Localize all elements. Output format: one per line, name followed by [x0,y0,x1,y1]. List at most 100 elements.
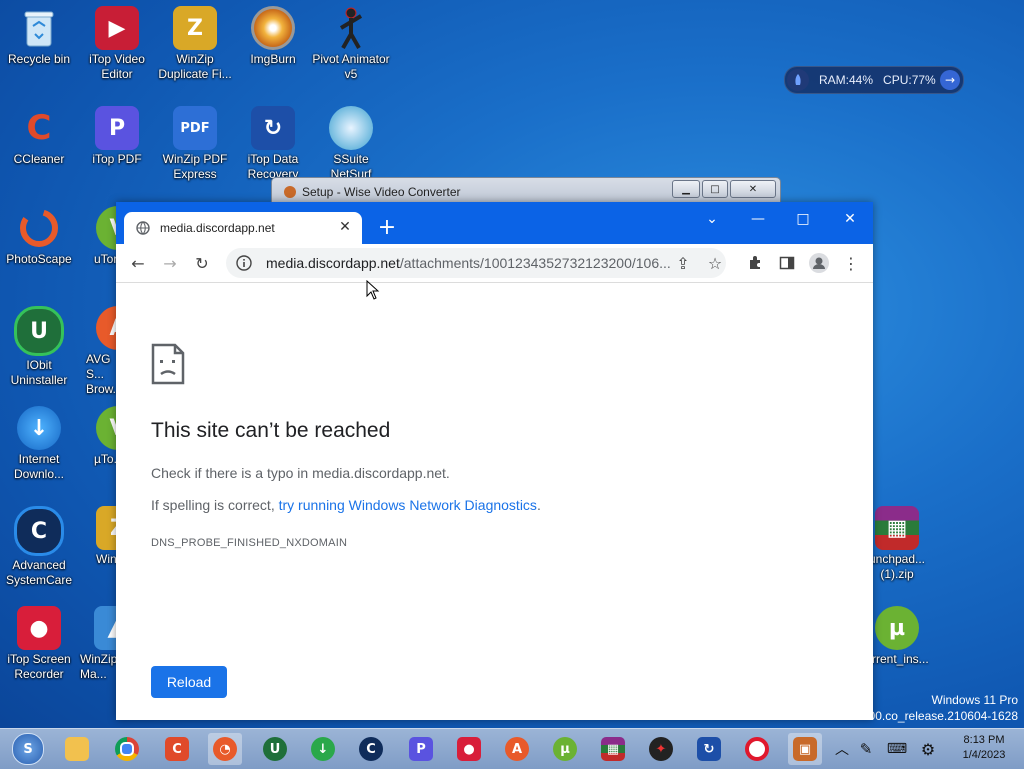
chevron-up-icon[interactable]: ︿ [832,739,852,759]
maximize-button[interactable]: □ [788,208,818,230]
mouse-cursor-icon [366,280,380,300]
pdf-p-icon: P [95,106,139,150]
desktop-icon-internet-download[interactable]: ↓ Internet Downlo... [0,400,78,482]
taskbar-file-explorer[interactable] [60,733,94,765]
network-diagnostics-link[interactable]: try running Windows Network Diagnostics [279,497,537,513]
desktop-icon-ssuite-netsurf[interactable]: SSuite NetSurf [312,100,390,182]
taskbar-avg-browser[interactable]: A [500,733,534,765]
tab-search-chevron-icon[interactable]: ⌄ [697,208,727,230]
taskbar-clock[interactable]: 8:13 PM 1/4/2023 [948,733,1020,763]
taskbar-chrome[interactable] [110,733,144,765]
menu-kebab-icon[interactable]: ⋮ [839,251,863,275]
reload-button[interactable]: Reload [151,666,227,698]
share-icon[interactable]: ⇪ [671,251,695,275]
desktop-icon-mutorrent[interactable]: V µTo... [78,400,118,467]
back-arrow-icon[interactable]: ← [126,251,150,275]
url-text[interactable]: media.discordapp.net/attachments/1001234… [266,255,670,271]
close-tab-icon[interactable]: ✕ [336,219,354,235]
taskbar-itop-pdf[interactable]: P [404,733,438,765]
forward-arrow-icon[interactable]: → [158,251,182,275]
keyboard-icon[interactable]: ⌨ [880,741,914,757]
desktop-icon-label: Pivot Animator v5 [312,52,390,81]
desktop-icon-label: Advanced SystemCare [5,558,73,587]
desktop-icon-label: AVG S... Brow... [86,352,118,396]
image-manager-icon: ▲ [94,606,118,650]
desktop-icon-label: iTop Video Editor [89,52,145,81]
opera-icon [745,737,769,761]
taskbar-advanced-systemcare[interactable]: C [354,733,388,765]
utorrent-icon: µ [553,737,577,761]
minimize-button[interactable]: — [743,208,773,230]
mutorrent-icon: V [96,406,118,450]
desktop-icon-recycle-bin[interactable]: Recycle bin [0,0,78,67]
extensions-puzzle-icon[interactable] [743,251,767,275]
browser-window[interactable]: media.discordapp.net ✕ + ⌄ — □ ✕ ← → ↻ m… [116,202,873,720]
desktop-icon-winzip-duplicate[interactable]: Z WinZip Duplicate Fi... [156,0,234,82]
rocket-icon [787,69,809,91]
desktop-icon-ccleaner[interactable]: C CCleaner [0,100,78,167]
taskbar-setup-installer[interactable]: ▣ [788,733,822,765]
profile-avatar-icon[interactable] [807,251,831,275]
desktop-icon-iobit-uninstaller[interactable]: U IObit Uninstaller [0,300,78,388]
desktop-icon-pivot-animator[interactable]: Pivot Animator v5 [312,0,390,82]
desktop-icon-photoscape[interactable]: PhotoScape [0,200,78,267]
desktop-icon-label: WinZip PDF Express [162,152,228,181]
recorder-icon: ● [457,737,481,761]
diagnostics-suffix: . [536,497,541,513]
taskbar-ccleaner[interactable]: C [160,733,194,765]
start-button[interactable]: S [8,733,48,765]
desktop-icon-itop-data-recovery[interactable]: ↻ iTop Data Recovery [234,100,312,182]
gear-icon[interactable]: ⚙ [914,740,942,759]
desktop-icon-itop-video-editor[interactable]: ▶ iTop Video Editor [78,0,156,82]
taskbar-photoscape[interactable]: ◔ [208,733,242,765]
browser-tab[interactable]: media.discordapp.net ✕ [124,212,362,244]
desktop-icon-advanced-systemcare[interactable]: C Advanced SystemCare [0,500,78,588]
reload-icon[interactable]: ↻ [190,251,214,275]
star-icon[interactable]: ☆ [703,251,727,275]
taskbar-opera[interactable] [740,733,774,765]
data-recovery-icon: ↻ [697,737,721,761]
desktop-icon-label: ImgBurn [250,52,296,66]
desktop-icon-imgburn[interactable]: ImgBurn [234,0,312,67]
close-window-button[interactable]: ✕ [835,208,865,230]
error-headline: This site can’t be reached [151,419,391,442]
taskbar-itop-screen-recorder[interactable]: ● [452,733,486,765]
desktop-icon-itop-pdf[interactable]: P iTop PDF [78,100,156,167]
avg-browser-icon: A [505,737,529,761]
desktop-icon-winzip[interactable]: Z Win... [78,500,118,567]
desktop-icon-utorrent[interactable]: V uTorre... [78,200,118,267]
systemcare-icon: C [359,737,383,761]
sad-page-icon [151,343,185,385]
globe-icon [136,221,150,235]
new-tab-button[interactable]: + [374,215,400,241]
clock-date: 1/4/2023 [962,749,1006,761]
winrar-archive-icon: ▦ [875,506,919,550]
error-page: This site can’t be reached Check if ther… [116,283,873,720]
close-button[interactable]: ✕ [730,180,776,198]
ram-cpu-widget[interactable]: RAM:44% CPU:77% → [784,66,964,94]
minimize-button[interactable]: ▁ [672,180,700,198]
winrar-icon: ▦ [601,737,625,761]
arrow-right-icon[interactable]: → [940,70,960,90]
desktop-icon-winzip-image-manager[interactable]: ▲ WinZip Ma... [78,600,118,682]
side-panel-icon[interactable] [775,251,799,275]
desktop-icon-winzip-pdf-express[interactable]: PDF WinZip PDF Express [156,100,234,182]
screen-recorder-icon: ● [17,606,61,650]
desktop-icon-itop-screen-recorder[interactable]: ● iTop Screen Recorder [0,600,78,682]
address-bar[interactable]: media.discordapp.net/attachments/1001234… [226,248,726,278]
taskbar-antivirus[interactable]: ✦ [644,733,678,765]
maximize-button[interactable]: □ [702,180,728,198]
taskbar-iobit-uninstaller[interactable]: U [258,733,292,765]
taskbar: S C ◔ U ↓ C P ● A µ ▦ ✦ ↻ ▣ ︿ ✎ ⌨ ⚙ 8:13… [0,728,1024,769]
desktop-icon-avg-browser[interactable]: A AVG S... Brow... [78,300,118,397]
desktop-icon-label: WinZip Duplicate Fi... [158,52,232,81]
taskbar-utorrent[interactable]: µ [548,733,582,765]
pen-icon[interactable]: ✎ [852,740,880,758]
info-icon[interactable] [236,255,252,271]
tab-title: media.discordapp.net [160,221,275,235]
taskbar-itop-data-recovery[interactable]: ↻ [692,733,726,765]
taskbar-winrar[interactable]: ▦ [596,733,630,765]
photoscape-icon: ◔ [213,737,237,761]
iobit-icon: U [263,737,287,761]
taskbar-internet-download-manager[interactable]: ↓ [306,733,340,765]
